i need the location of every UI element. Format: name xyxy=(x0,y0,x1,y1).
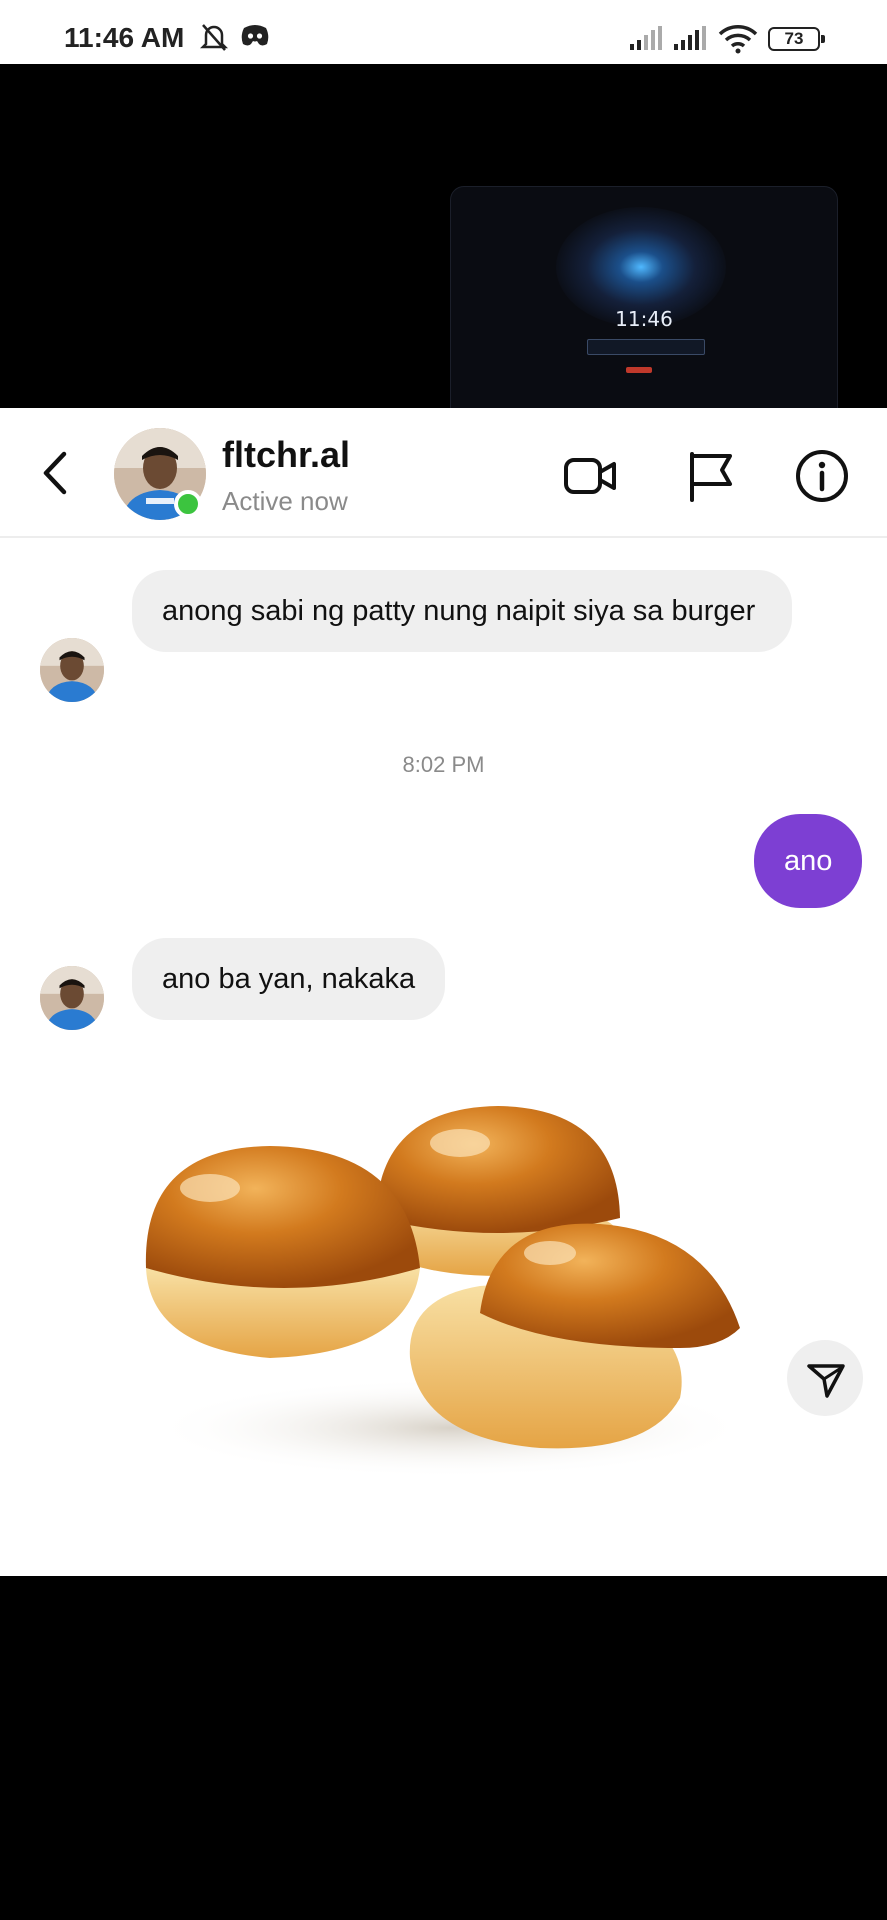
avatar[interactable] xyxy=(40,638,104,702)
wifi-icon xyxy=(718,25,758,54)
mute-bell-icon xyxy=(200,24,228,51)
avatar[interactable] xyxy=(40,966,104,1030)
thumbnail-warning xyxy=(626,367,652,373)
share-button[interactable] xyxy=(787,1340,863,1416)
chat-header: fltchr.al Active now xyxy=(0,408,887,538)
video-call-icon[interactable] xyxy=(562,448,618,504)
flag-icon[interactable] xyxy=(682,448,738,504)
bottom-black-area xyxy=(0,1576,887,1920)
online-indicator xyxy=(174,490,202,518)
status-bar: 11:46 AM 73 xyxy=(0,0,887,64)
signal-icon xyxy=(674,26,706,50)
back-icon[interactable] xyxy=(36,448,76,498)
info-icon[interactable] xyxy=(794,448,850,504)
incoming-message[interactable]: anong sabi ng patty nung naipit siya sa … xyxy=(132,570,792,652)
status-time: 11:46 AM xyxy=(64,22,185,53)
share-icon xyxy=(807,1364,845,1398)
active-status: Active now xyxy=(222,486,348,516)
thumbnail-password-field xyxy=(587,339,705,355)
signal-icon xyxy=(630,26,662,50)
discord-icon xyxy=(241,25,269,46)
battery-icon: 73 xyxy=(768,27,825,51)
message-timestamp: 8:02 PM xyxy=(402,752,485,777)
outgoing-message[interactable]: ano xyxy=(754,814,863,908)
chat-screen: fltchr.al Active now anong sabi ng patty… xyxy=(0,408,887,1576)
burger-bun-photo[interactable] xyxy=(120,1048,760,1488)
screen-share-area: 11:46 xyxy=(0,64,887,470)
incoming-message[interactable]: ano ba yan, nakaka xyxy=(132,938,446,1020)
chat-username[interactable]: fltchr.al xyxy=(222,434,350,476)
thumbnail-clock: 11:46 xyxy=(615,307,673,331)
